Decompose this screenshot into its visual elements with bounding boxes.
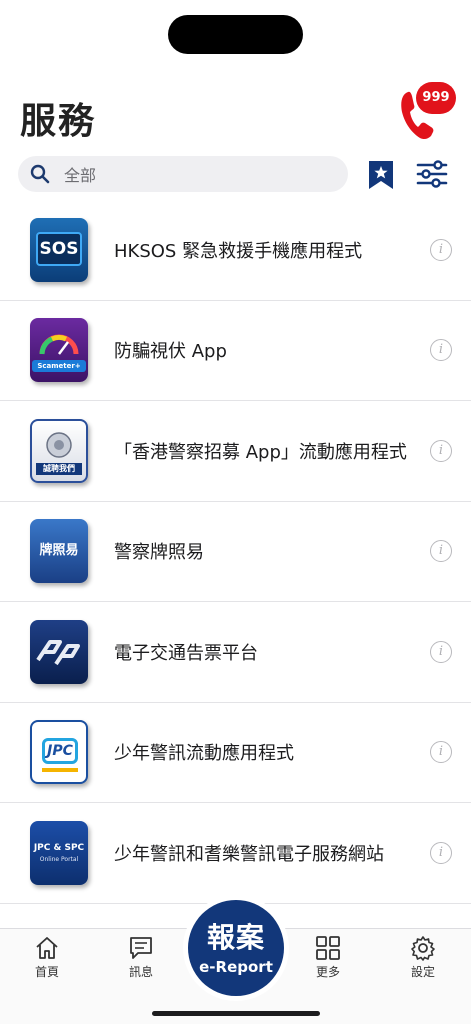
grid-icon <box>316 936 340 960</box>
list-item[interactable]: 電子交通告票平台 i <box>0 602 471 703</box>
portal-icon-subtext: Online Portal <box>39 855 79 863</box>
tab-home-label: 首頁 <box>34 965 59 979</box>
info-icon[interactable]: i <box>430 841 452 864</box>
search-placeholder: 全部 <box>64 166 97 185</box>
etraffic-ticket-app-icon <box>30 619 88 684</box>
licensing-icon-text: 牌照易 <box>39 543 79 559</box>
service-label: 少年警訊和耆樂警訊電子服務網站 <box>114 843 384 865</box>
service-label: 少年警訊流動應用程式 <box>114 743 294 765</box>
info-icon[interactable]: i <box>430 339 452 362</box>
service-label: 防騙視伏 App <box>114 341 227 363</box>
home-indicator <box>152 1011 320 1016</box>
info-icon[interactable]: i <box>430 238 452 261</box>
jpc-spc-portal-icon: JPC & SPC Online Portal <box>30 820 88 885</box>
list-item[interactable]: Scameter+ 防騙視伏 App i <box>0 301 471 401</box>
service-label: 警察牌照易 <box>114 542 204 564</box>
e-report-circle: 報案 e-Report <box>188 900 284 996</box>
home-icon <box>36 937 58 959</box>
gauge-icon <box>39 334 79 355</box>
list-item[interactable]: JPC 少年警訊流動應用程式 i <box>0 703 471 803</box>
police-recruitment-app-icon: 誠聘我們 <box>30 418 88 483</box>
emergency-call-button[interactable]: 999 <box>398 82 458 140</box>
tab-more-label: 更多 <box>315 965 340 979</box>
jpc-icon-stripe <box>42 768 78 773</box>
hksos-app-icon: SOS <box>30 217 88 282</box>
message-icon <box>130 937 152 959</box>
info-icon[interactable]: i <box>430 640 452 663</box>
search-input[interactable]: 全部 <box>18 156 348 192</box>
e-report-label: 報案 <box>206 921 265 954</box>
tab-home[interactable]: 首頁 <box>17 935 77 980</box>
tab-messages-label: 訊息 <box>128 965 153 979</box>
list-item[interactable]: 牌照易 警察牌照易 i <box>0 502 471 602</box>
service-label: 電子交通告票平台 <box>114 642 258 664</box>
tab-messages[interactable]: 訊息 <box>111 935 171 980</box>
page-title: 服務 <box>20 101 97 142</box>
info-icon[interactable]: i <box>430 741 452 764</box>
search-icon <box>30 164 50 184</box>
info-icon[interactable]: i <box>430 540 452 563</box>
ep-logo-icon <box>36 639 80 665</box>
jpc-icon-text: JPC <box>42 738 78 765</box>
portal-icon-text: JPC & SPC <box>33 842 85 853</box>
jpc-app-icon: JPC <box>30 720 88 785</box>
e-report-sublabel: e-Report <box>199 958 273 976</box>
service-label: 「香港警察招募 App」流動應用程式 <box>114 441 407 463</box>
bookmark-star-icon[interactable] <box>367 160 395 190</box>
police-licensing-app-icon: 牌照易 <box>30 519 88 584</box>
gear-icon <box>411 936 435 961</box>
tab-settings[interactable]: 設定 <box>393 935 453 980</box>
service-label: HKSOS 緊急救援手機應用程式 <box>114 240 363 262</box>
list-item[interactable]: SOS HKSOS 緊急救援手機應用程式 i <box>0 200 471 301</box>
e-report-button[interactable]: 報案 e-Report <box>183 895 289 1001</box>
dynamic-island <box>168 15 303 54</box>
emergency-number-badge: 999 <box>416 82 456 114</box>
tab-settings-label: 設定 <box>410 965 435 979</box>
info-icon[interactable]: i <box>430 439 452 462</box>
list-item[interactable]: 誠聘我們 「香港警察招募 App」流動應用程式 i <box>0 401 471 502</box>
list-item[interactable]: JPC & SPC Online Portal 少年警訊和耆樂警訊電子服務網站 … <box>0 803 471 904</box>
filter-sliders-icon[interactable] <box>416 160 448 188</box>
scameter-app-icon: Scameter+ <box>30 318 88 383</box>
scameter-icon-text: Scameter+ <box>32 360 86 373</box>
services-list: SOS HKSOS 緊急救援手機應用程式 i Scameter+ 防騙視伏 Ap… <box>0 200 471 904</box>
recruitment-icon-text: 誠聘我們 <box>36 462 82 475</box>
tab-more[interactable]: 更多 <box>298 935 358 980</box>
hksos-icon-text: SOS <box>36 231 82 266</box>
